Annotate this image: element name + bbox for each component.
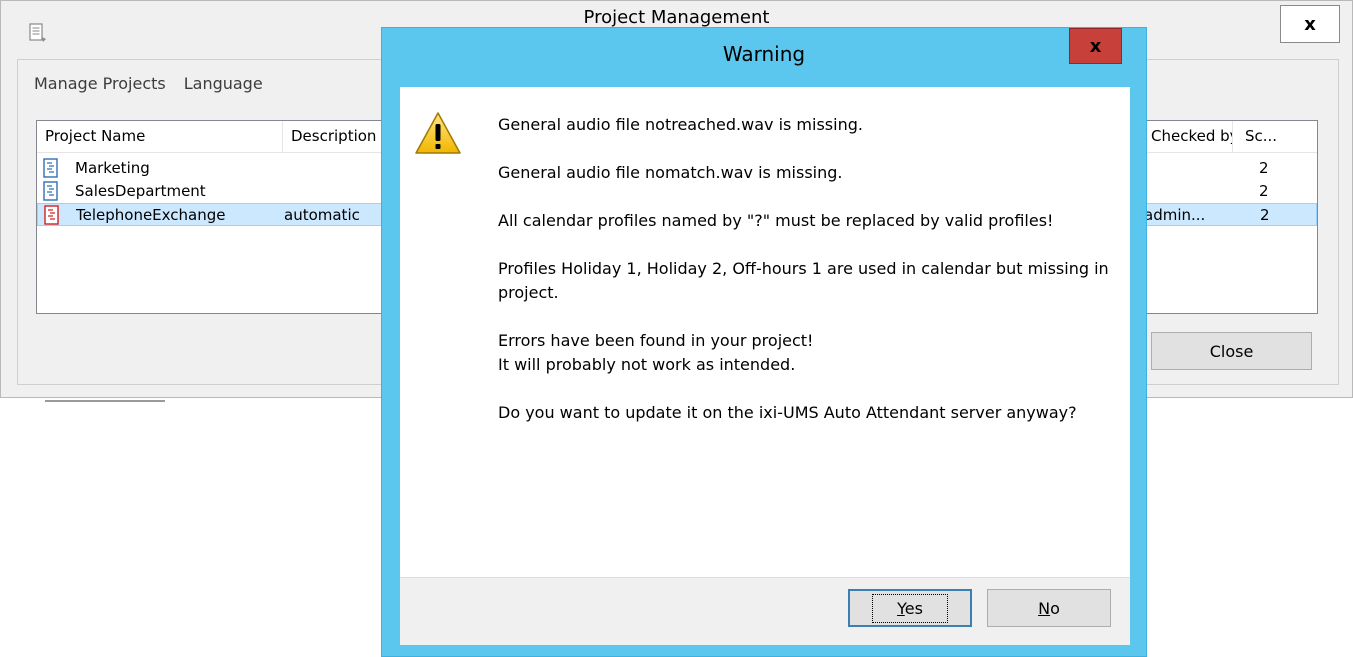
- message-line: Profiles Holiday 1, Holiday 2, Off-hours…: [498, 259, 1109, 302]
- close-window-button[interactable]: x: [1280, 5, 1340, 43]
- project-name: Marketing: [75, 159, 150, 177]
- project-name: SalesDepartment: [75, 182, 206, 200]
- project-sc: 2: [1259, 159, 1269, 177]
- message-line: It will probably not work as intended.: [498, 355, 796, 374]
- dialog-close-button[interactable]: x: [1069, 28, 1122, 64]
- dialog-body: General audio file notreached.wav is mis…: [400, 87, 1130, 577]
- column-checked-by[interactable]: Checked by: [1143, 121, 1233, 153]
- project-description: automatic: [284, 206, 360, 224]
- project-sc: 2: [1259, 182, 1269, 200]
- dialog-button-bar: Yes No: [400, 577, 1130, 645]
- message-line: All calendar profiles named by "?" must …: [498, 211, 1054, 230]
- menu-bar: Manage Projects Language: [34, 74, 263, 98]
- message-line: Do you want to update it on the ixi-UMS …: [498, 403, 1077, 422]
- window-title: Project Management: [583, 7, 770, 28]
- close-icon: x: [1304, 13, 1316, 35]
- message-line: General audio file nomatch.wav is missin…: [498, 163, 843, 182]
- project-name: TelephoneExchange: [76, 206, 226, 224]
- warning-icon: [415, 112, 461, 154]
- project-file-error-icon: [44, 205, 59, 225]
- project-sc: 2: [1260, 206, 1270, 224]
- close-button[interactable]: Close: [1151, 332, 1312, 370]
- message-line: Errors have been found in your project!: [498, 331, 814, 350]
- warning-dialog: Warning x General audio file notreached.…: [381, 27, 1147, 657]
- project-file-icon: [43, 181, 58, 201]
- close-icon: x: [1089, 35, 1102, 57]
- project-file-icon: [43, 158, 58, 178]
- yes-button[interactable]: Yes: [848, 589, 972, 627]
- warning-message: General audio file notreached.wav is mis…: [498, 113, 1118, 449]
- column-sc[interactable]: Sc...: [1237, 121, 1317, 153]
- message-line: General audio file notreached.wav is mis…: [498, 115, 863, 134]
- dialog-title: Warning: [722, 42, 806, 66]
- window-divider: [45, 400, 165, 404]
- column-project-name[interactable]: Project Name: [37, 121, 283, 153]
- menu-language[interactable]: Language: [184, 74, 263, 98]
- no-button[interactable]: No: [987, 589, 1111, 627]
- no-button-label: No: [1038, 598, 1060, 618]
- yes-button-label: Yes: [872, 593, 948, 623]
- menu-manage-projects[interactable]: Manage Projects: [34, 74, 166, 98]
- project-checked-by: admin...: [1144, 206, 1206, 224]
